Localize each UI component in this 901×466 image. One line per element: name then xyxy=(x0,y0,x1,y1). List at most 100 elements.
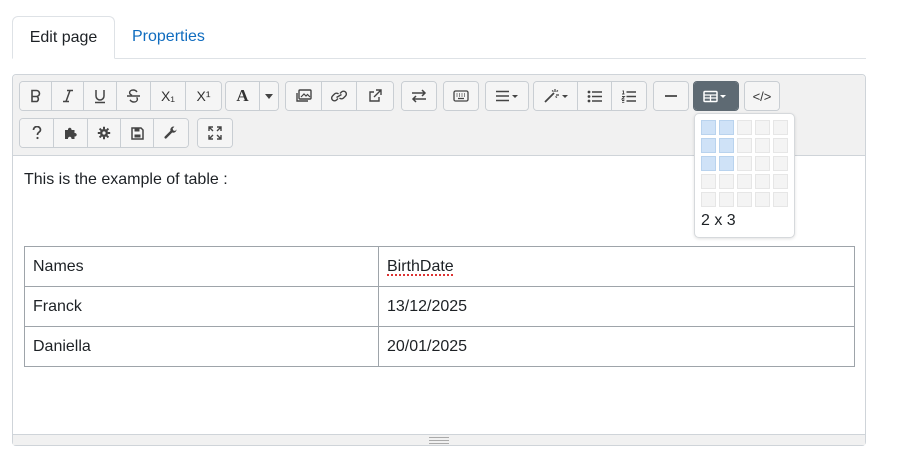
external-link-icon xyxy=(369,89,382,102)
content-table[interactable]: Names BirthDate Franck 13/12/2025 Daniella 20… xyxy=(24,246,855,367)
table-cell[interactable]: Daniella xyxy=(24,326,379,367)
underline-button[interactable] xyxy=(84,82,117,110)
list-group xyxy=(533,81,647,111)
table-cell[interactable]: Names xyxy=(24,246,379,287)
puzzle-icon xyxy=(64,127,77,139)
external-link-button[interactable] xyxy=(357,82,393,110)
table-group xyxy=(693,81,739,111)
table-size-cell[interactable] xyxy=(719,156,734,171)
table-size-cell[interactable] xyxy=(737,138,752,153)
link-button[interactable] xyxy=(322,82,357,110)
plugins-button[interactable] xyxy=(54,119,88,147)
horizontal-rule-icon xyxy=(665,95,677,97)
table-size-cell[interactable] xyxy=(737,174,752,189)
table-size-cell[interactable] xyxy=(701,120,716,135)
table-size-cell[interactable] xyxy=(737,120,752,135)
save-icon xyxy=(130,126,144,140)
settings-button[interactable] xyxy=(88,119,121,147)
numbered-list-button[interactable] xyxy=(612,82,646,110)
wrench-button[interactable] xyxy=(154,119,188,147)
font-group: A xyxy=(225,81,279,111)
table-size-cell[interactable] xyxy=(773,192,788,207)
font-color-button[interactable]: A xyxy=(226,82,260,110)
table-size-cell[interactable] xyxy=(719,192,734,207)
caret-down-icon xyxy=(265,93,273,99)
align-button[interactable] xyxy=(486,82,528,110)
table-size-cell[interactable] xyxy=(755,120,770,135)
code-icon: </> xyxy=(752,88,772,104)
table-cell[interactable]: 20/01/2025 xyxy=(378,326,855,367)
table-size-cell[interactable] xyxy=(737,156,752,171)
table-row: Franck 13/12/2025 xyxy=(24,286,855,327)
keyboard-group xyxy=(443,81,479,111)
table-size-cell[interactable] xyxy=(719,120,734,135)
html-source-button[interactable]: </> xyxy=(745,82,779,110)
format-group: X₁ X¹ xyxy=(19,81,222,111)
link-icon xyxy=(331,90,347,102)
editor-resize-handle[interactable] xyxy=(13,434,865,445)
subscript-button[interactable]: X₁ xyxy=(151,82,186,110)
rule-group xyxy=(653,81,689,111)
wrench-icon xyxy=(164,126,177,139)
underline-icon xyxy=(95,89,105,103)
table-row: Daniella 20/01/2025 xyxy=(24,326,855,367)
intro-paragraph[interactable]: This is the example of table : xyxy=(24,171,228,189)
italic-icon xyxy=(62,89,73,103)
table-size-picker: 2 x 3 xyxy=(694,113,795,238)
table-button[interactable] xyxy=(694,82,738,110)
table-size-cell[interactable] xyxy=(701,174,716,189)
superscript-icon: X¹ xyxy=(196,88,211,104)
superscript-button[interactable]: X¹ xyxy=(186,82,221,110)
table-size-cell[interactable] xyxy=(719,174,734,189)
strikethrough-icon xyxy=(127,89,140,103)
code-group: </> xyxy=(744,81,780,111)
bullet-list-button[interactable] xyxy=(578,82,612,110)
gear-icon xyxy=(97,126,111,140)
table-cell[interactable]: BirthDate xyxy=(378,246,855,287)
help-icon xyxy=(32,126,41,140)
table-size-cell[interactable] xyxy=(773,156,788,171)
font-dropdown-button[interactable] xyxy=(260,82,278,110)
table-size-cell[interactable] xyxy=(737,192,752,207)
table-size-cell[interactable] xyxy=(755,192,770,207)
direction-button[interactable] xyxy=(402,82,436,110)
horizontal-rule-button[interactable] xyxy=(654,82,688,110)
table-size-cell[interactable] xyxy=(701,192,716,207)
tab-bar: Edit page Properties xyxy=(12,16,866,59)
help-button[interactable] xyxy=(20,119,54,147)
table-row: Names BirthDate xyxy=(24,246,855,287)
image-icon xyxy=(295,89,312,102)
table-size-label: 2 x 3 xyxy=(701,212,736,229)
align-group xyxy=(485,81,529,111)
bold-button[interactable] xyxy=(20,82,52,110)
keyboard-icon xyxy=(453,90,469,102)
direction-group xyxy=(401,81,437,111)
italic-button[interactable] xyxy=(52,82,84,110)
table-size-cell[interactable] xyxy=(773,120,788,135)
bold-icon xyxy=(30,89,40,103)
tab-edit-page[interactable]: Edit page xyxy=(12,16,115,59)
save-button[interactable] xyxy=(121,119,154,147)
table-size-cell[interactable] xyxy=(773,174,788,189)
subscript-icon: X₁ xyxy=(160,88,176,104)
image-button[interactable] xyxy=(286,82,322,110)
table-icon xyxy=(703,90,726,102)
table-size-cell[interactable] xyxy=(701,156,716,171)
table-cell[interactable]: Franck xyxy=(24,286,379,327)
table-size-cell[interactable] xyxy=(773,138,788,153)
keyboard-button[interactable] xyxy=(444,82,478,110)
strikethrough-button[interactable] xyxy=(117,82,151,110)
fullscreen-icon xyxy=(208,126,222,140)
table-size-cell[interactable] xyxy=(719,138,734,153)
media-group xyxy=(285,81,394,111)
table-cell[interactable]: 13/12/2025 xyxy=(378,286,855,327)
table-size-grid xyxy=(701,120,788,207)
tools-group xyxy=(19,118,189,148)
table-size-cell[interactable] xyxy=(755,138,770,153)
table-size-cell[interactable] xyxy=(755,174,770,189)
tab-properties[interactable]: Properties xyxy=(116,16,221,58)
table-size-cell[interactable] xyxy=(701,138,716,153)
magic-wand-button[interactable] xyxy=(534,82,578,110)
table-size-cell[interactable] xyxy=(755,156,770,171)
fullscreen-button[interactable] xyxy=(198,119,232,147)
